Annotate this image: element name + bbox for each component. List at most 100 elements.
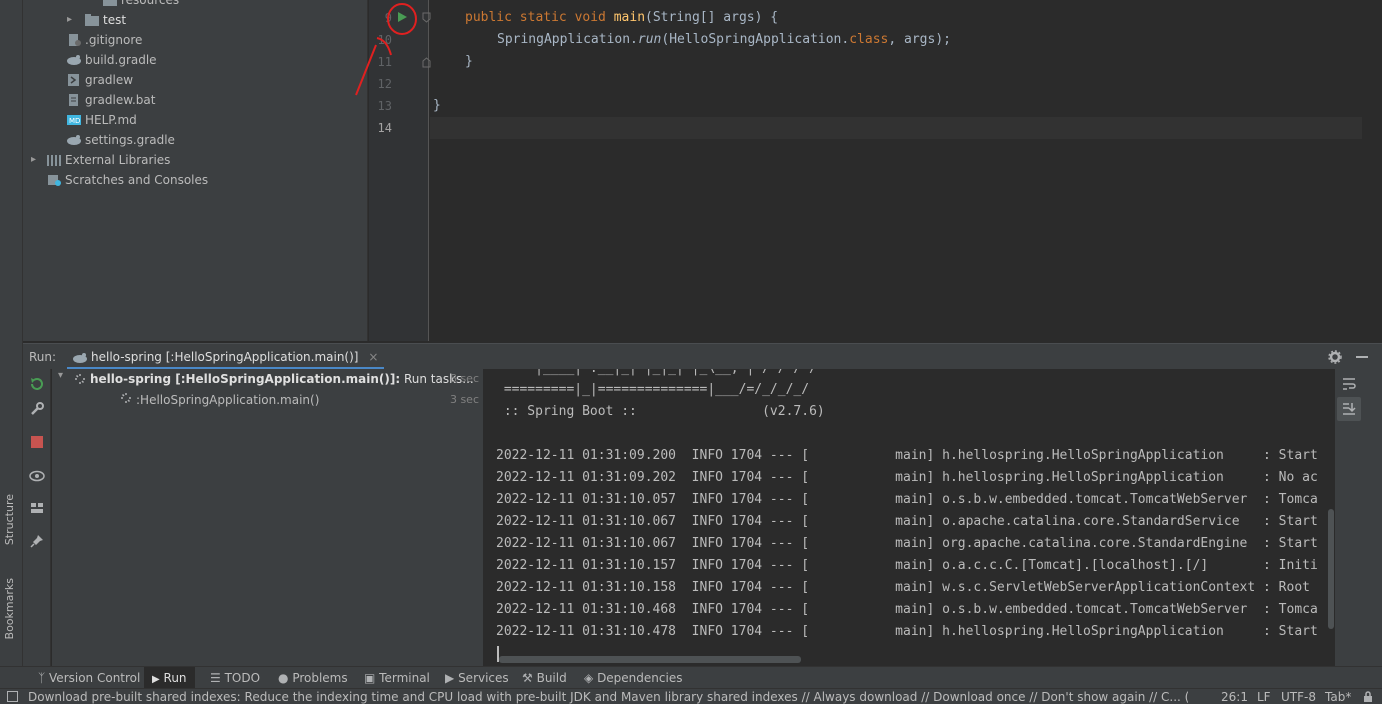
gradle-icon — [67, 132, 81, 145]
tab-label: Dependencies — [597, 671, 683, 685]
tab-dependencies[interactable]: ◈ Dependencies — [580, 667, 686, 689]
code-function: main — [613, 10, 646, 25]
gradle-icon — [67, 52, 81, 65]
tab-label: Run — [163, 671, 187, 685]
current-line-highlight — [430, 117, 1362, 139]
console-line: :: Spring Boot :: (v2.7.6) — [496, 404, 825, 419]
tab-label: TODO — [224, 671, 261, 685]
run-label: Run: — [29, 350, 57, 364]
console-line: 2022-12-11 01:31:10.158 INFO 1704 --- [ … — [496, 580, 1310, 595]
tree-item-gradlew-bat[interactable]: gradlew.bat — [67, 90, 155, 110]
tree-item-help-md[interactable]: MD HELP.md — [67, 110, 137, 130]
run-root-task[interactable]: hello-spring [:HelloSpringApplication.ma… — [90, 369, 474, 389]
minimize-icon[interactable] — [1356, 356, 1368, 358]
scroll-to-end-button[interactable] — [1337, 397, 1361, 421]
tree-item-external-libraries[interactable]: External Libraries — [47, 150, 170, 170]
layout-icon[interactable] — [29, 500, 45, 516]
run-child-task[interactable]: :HelloSpringApplication.main() — [136, 390, 319, 410]
folder-icon — [103, 0, 117, 6]
tree-item-gitignore[interactable]: .gitignore — [67, 30, 142, 50]
terminal-file-icon — [67, 72, 81, 86]
list-icon: ☰ — [210, 671, 221, 685]
console-line: 2022-12-11 01:31:10.057 INFO 1704 --- [ … — [496, 492, 1318, 507]
close-icon[interactable]: × — [368, 350, 378, 364]
gear-icon[interactable] — [1328, 350, 1342, 364]
line-separator[interactable]: LF — [1257, 690, 1271, 704]
code-text: , args); — [888, 32, 951, 47]
tab-problems[interactable]: ● Problems — [274, 667, 352, 689]
tree-item-resources[interactable]: resources — [103, 0, 179, 10]
tree-item-test[interactable]: test — [85, 10, 126, 30]
tree-item-settings-gradle[interactable]: settings.gradle — [67, 130, 175, 150]
tree-item-label: Scratches and Consoles — [65, 173, 209, 187]
code-text: (HelloSpringApplication. — [661, 32, 850, 47]
status-toggle-icon[interactable] — [7, 691, 18, 702]
file-encoding[interactable]: UTF-8 — [1281, 690, 1316, 704]
rerun-icon[interactable] — [29, 376, 45, 392]
tree-item-build-gradle[interactable]: build.gradle — [67, 50, 157, 70]
terminal-icon: ▣ — [364, 671, 376, 685]
lock-icon[interactable] — [1362, 691, 1374, 703]
editor-scrollbar[interactable] — [1362, 0, 1382, 341]
run-toolbar — [23, 369, 51, 666]
tree-item-scratches[interactable]: Scratches and Consoles — [47, 170, 208, 190]
services-icon: ▶ — [445, 671, 455, 685]
tree-item-label: resources — [121, 0, 180, 7]
stop-icon[interactable] — [29, 434, 45, 450]
scratches-icon — [47, 172, 61, 186]
console-side-toolbar — [1335, 369, 1382, 666]
eye-icon[interactable] — [29, 468, 45, 484]
tab-todo[interactable]: ☰ TODO — [206, 667, 264, 689]
code-keyword: public static void — [465, 10, 614, 25]
bookmarks-tool-tab[interactable]: Bookmarks — [3, 578, 20, 654]
chevron-down-icon[interactable]: ▾ — [58, 370, 63, 381]
caret-position[interactable]: 26:1 — [1221, 690, 1248, 704]
console-line: 2022-12-11 01:31:10.067 INFO 1704 --- [ … — [496, 536, 1318, 551]
tree-item-label: settings.gradle — [85, 133, 175, 147]
tab-build[interactable]: ⚒ Build — [518, 667, 571, 689]
spinner-icon — [75, 374, 85, 384]
info-icon: ● — [278, 671, 289, 685]
tab-label: Services — [458, 671, 509, 685]
tree-item-label: External Libraries — [65, 153, 171, 167]
horizontal-scrollbar[interactable] — [499, 656, 801, 663]
run-configuration-tab[interactable]: hello-spring [:HelloSpringApplication.ma… — [67, 344, 385, 370]
indent-setting[interactable]: Tab* — [1325, 690, 1351, 704]
structure-tool-tab[interactable]: Structure — [3, 494, 20, 558]
bookmarks-label: Bookmarks — [3, 578, 16, 640]
console-line: 2022-12-11 01:31:10.157 INFO 1704 --- [ … — [496, 558, 1318, 573]
layers-icon: ◈ — [584, 671, 594, 685]
folder-icon — [85, 12, 99, 26]
status-message[interactable]: Download pre-built shared indexes: Reduc… — [28, 690, 1188, 704]
run-panel-header: Run: hello-spring [:HelloSpringApplicati… — [23, 343, 1382, 370]
tree-item-label: gradlew.bat — [85, 93, 156, 107]
run-root-title: hello-spring [:HelloSpringApplication.ma… — [90, 372, 401, 386]
spinner-icon — [121, 393, 131, 403]
soft-wrap-icon[interactable] — [1341, 376, 1357, 392]
wrench-icon[interactable] — [29, 401, 45, 417]
tab-terminal[interactable]: ▣ Terminal — [360, 667, 434, 689]
console-line: 2022-12-11 01:31:09.200 INFO 1704 --- [ … — [496, 448, 1318, 463]
run-panel: ▾ hello-spring [:HelloSpringApplication.… — [23, 369, 1382, 666]
chevron-right-icon[interactable]: ▸ — [31, 150, 36, 170]
gradle-icon — [73, 353, 87, 363]
project-tree-panel: resources ▸ test .gitignore build.gradle… — [23, 0, 368, 341]
code-static-call: run — [637, 32, 662, 47]
tab-version-control[interactable]: ᛉ Version Control — [34, 667, 144, 689]
left-tool-strip: Structure Bookmarks — [0, 0, 23, 666]
tree-item-label: build.gradle — [85, 53, 157, 67]
tab-run[interactable]: ▶ Run — [144, 667, 195, 689]
tree-item-gradlew[interactable]: gradlew — [67, 70, 133, 90]
console-line: 2022-12-11 01:31:10.067 INFO 1704 --- [ … — [496, 514, 1318, 529]
pin-icon[interactable] — [29, 533, 45, 549]
chevron-right-icon[interactable]: ▸ — [67, 10, 72, 30]
run-tasks-tree: ▾ hello-spring [:HelloSpringApplication.… — [52, 369, 484, 666]
console-output[interactable]: |____| .__|_| |_|_| |_\__, | / / / / ===… — [485, 369, 1335, 666]
vertical-scrollbar[interactable] — [1328, 509, 1334, 629]
gitignore-file-icon — [67, 32, 81, 46]
tab-services[interactable]: ▶ Services — [441, 667, 513, 689]
scroll-to-end-icon — [1343, 403, 1356, 415]
tree-item-label: gradlew — [85, 73, 134, 87]
tree-item-label: HELP.md — [85, 113, 137, 127]
code-editor[interactable]: 9 10 11 12 13 14 public static void main… — [355, 0, 1382, 341]
